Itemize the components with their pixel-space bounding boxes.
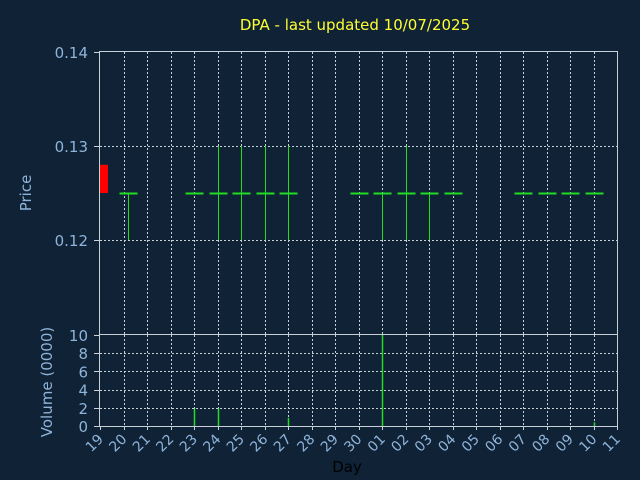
x-tick-label: 05: [459, 432, 483, 456]
x-tick-label: 11: [600, 432, 624, 456]
ohlc-bar: [279, 146, 298, 240]
volume-frame: [99, 334, 618, 427]
x-tick-label: 08: [529, 432, 553, 456]
x-tick-label: 06: [482, 431, 506, 455]
price-y-tick-label: 0.13: [55, 138, 88, 156]
ohlc-bar: [373, 192, 392, 240]
volume-y-tick-label: 10: [69, 327, 88, 345]
volume-y-tick-label: 2: [78, 400, 88, 418]
x-tick-label: 04: [435, 431, 459, 455]
x-tick-label: 29: [318, 432, 342, 456]
x-tick-label: 26: [247, 431, 271, 455]
x-ticks: 19 20 21 22 23 24 25 26 27 28 29 30 01 02 03 04 05 06 07 08…: [83, 426, 624, 455]
x-tick-label: 27: [271, 432, 295, 456]
x-tick-label: 09: [553, 432, 577, 456]
x-tick-label: 23: [177, 432, 201, 456]
ohlc-bar: [256, 146, 275, 240]
volume-grid: [100, 335, 617, 426]
x-tick-label: 28: [294, 432, 318, 456]
price-y-tick-label: 0.14: [55, 44, 88, 62]
volume-y-tick-label: 6: [78, 363, 88, 381]
x-tick-label: 01: [365, 432, 389, 456]
volume-bars: [193, 335, 596, 426]
x-tick-label: 20: [106, 432, 130, 456]
x-tick-label: 22: [153, 432, 177, 456]
volume-axis-label: Volume (0000): [38, 327, 56, 437]
x-tick-label: 03: [412, 432, 436, 456]
chart-title: DPA - last updated 10/07/2025: [240, 16, 470, 34]
x-tick-label: 30: [341, 432, 365, 456]
volume-y-tick-label: 0: [78, 418, 88, 436]
x-tick-label: 10: [576, 432, 600, 456]
last-close-marker: [100, 164, 108, 193]
chart: DPA - last updated 10/07/2025 0.120.130.…: [17, 16, 624, 476]
ohlc-bar: [209, 146, 228, 240]
price-bars: [100, 146, 604, 240]
volume-y-tick-label: 4: [78, 382, 88, 400]
volume-y-tick-label: 8: [78, 345, 88, 363]
x-tick-label: 07: [506, 432, 530, 456]
ohlc-bar: [420, 192, 439, 240]
ohlc-bar: [232, 146, 251, 240]
x-tick-label: 02: [388, 432, 412, 456]
price-y-ticks: 0.12 0.13 0.14: [55, 44, 100, 250]
price-axis-label: Price: [17, 175, 35, 212]
volume-y-ticks: 0246810: [69, 327, 100, 436]
price-y-tick-label: 0.12: [55, 232, 88, 250]
x-tick-label: 24: [200, 431, 224, 455]
x-tick-label: 25: [224, 432, 248, 456]
x-axis-label: Day: [332, 458, 362, 476]
x-tick-label: 21: [130, 432, 154, 456]
ohlc-bar: [119, 192, 138, 240]
ohlc-bar: [397, 146, 416, 240]
